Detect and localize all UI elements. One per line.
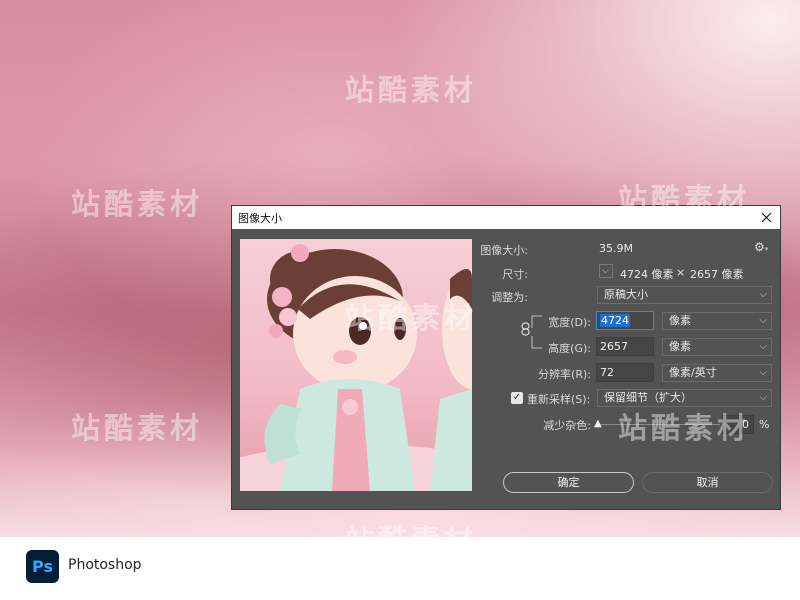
- ok-button[interactable]: 确定: [503, 472, 634, 493]
- dimensions-height: 2657 像素: [690, 268, 744, 281]
- width-input[interactable]: 4724: [596, 311, 654, 330]
- resample-method-value: 保留细节（扩大）: [604, 391, 692, 404]
- chevron-down-icon: ⌵: [759, 341, 767, 352]
- constrain-proportions-button[interactable]: [519, 321, 533, 336]
- height-input-value: 2657: [600, 340, 628, 353]
- resolution-unit-value: 像素/英寸: [669, 366, 717, 379]
- resample-checkbox[interactable]: ✓: [511, 392, 523, 404]
- chevron-down-icon: ⌵: [602, 266, 609, 276]
- dimensions-width: 4724 像素: [620, 268, 674, 281]
- width-input-value: 4724: [600, 314, 630, 327]
- resolution-unit-dropdown[interactable]: 像素/英寸 ⌵: [662, 364, 772, 382]
- close-icon: [761, 212, 771, 223]
- resolution-input[interactable]: 72: [596, 363, 654, 382]
- height-label: 高度(G):: [548, 342, 591, 355]
- reduce-noise-slider-track[interactable]: [598, 424, 720, 425]
- chevron-down-icon: ⌵: [759, 367, 767, 378]
- resample-label: 重新采样(S):: [527, 393, 591, 406]
- reduce-noise-label: 减少杂色:: [543, 419, 591, 432]
- app-name: Photoshop: [68, 557, 142, 573]
- height-unit-value: 像素: [669, 340, 691, 353]
- dimensions-times: ×: [676, 266, 686, 279]
- close-button[interactable]: [758, 210, 774, 226]
- preview-artwork: [240, 239, 472, 491]
- image-size-dialog: 图像大小 图像大小: 35.9M ⚙▾ 尺寸: ⌵ 4724 像素 × 2657…: [231, 205, 781, 510]
- dimensions-label: 尺寸:: [502, 268, 528, 281]
- height-input[interactable]: 2657: [596, 337, 654, 356]
- image-size-value: 35.9M: [599, 242, 633, 255]
- chevron-down-icon: ⌵: [759, 315, 767, 326]
- fit-to-label: 调整为:: [491, 291, 528, 304]
- dialog-title: 图像大小: [238, 211, 282, 225]
- height-unit-dropdown[interactable]: 像素 ⌵: [662, 338, 772, 356]
- resample-method-dropdown[interactable]: 保留细节（扩大） ⌵: [597, 389, 772, 407]
- reduce-noise-value: 0: [742, 418, 749, 431]
- gear-icon: ⚙: [754, 240, 765, 254]
- chevron-down-icon: ⌵: [759, 289, 767, 300]
- chevron-down-icon: ⌵: [759, 392, 767, 403]
- photoshop-icon: Ps: [26, 550, 59, 583]
- dialog-titlebar[interactable]: 图像大小: [232, 206, 780, 229]
- resolution-label: 分辨率(R):: [538, 368, 591, 381]
- dimensions-unit-dropdown[interactable]: ⌵: [599, 264, 613, 278]
- width-label: 宽度(D):: [548, 316, 591, 329]
- reduce-noise-unit: %: [759, 418, 770, 431]
- check-icon: ✓: [512, 392, 522, 403]
- image-preview[interactable]: [240, 239, 472, 491]
- cancel-button[interactable]: 取消: [642, 472, 773, 493]
- reduce-noise-slider-handle[interactable]: ▲: [594, 418, 602, 429]
- footer: Ps Photoshop: [0, 537, 800, 600]
- resolution-input-value: 72: [600, 366, 614, 379]
- reduce-noise-input[interactable]: 0: [722, 415, 754, 434]
- link-icon: [521, 322, 530, 336]
- image-size-label: 图像大小:: [480, 244, 528, 257]
- fit-to-dropdown[interactable]: 原稿大小 ⌵: [597, 286, 772, 304]
- settings-menu-button[interactable]: ⚙▾: [754, 239, 772, 257]
- fit-to-value: 原稿大小: [604, 288, 648, 301]
- width-unit-dropdown[interactable]: 像素 ⌵: [662, 312, 772, 330]
- width-unit-value: 像素: [669, 314, 691, 327]
